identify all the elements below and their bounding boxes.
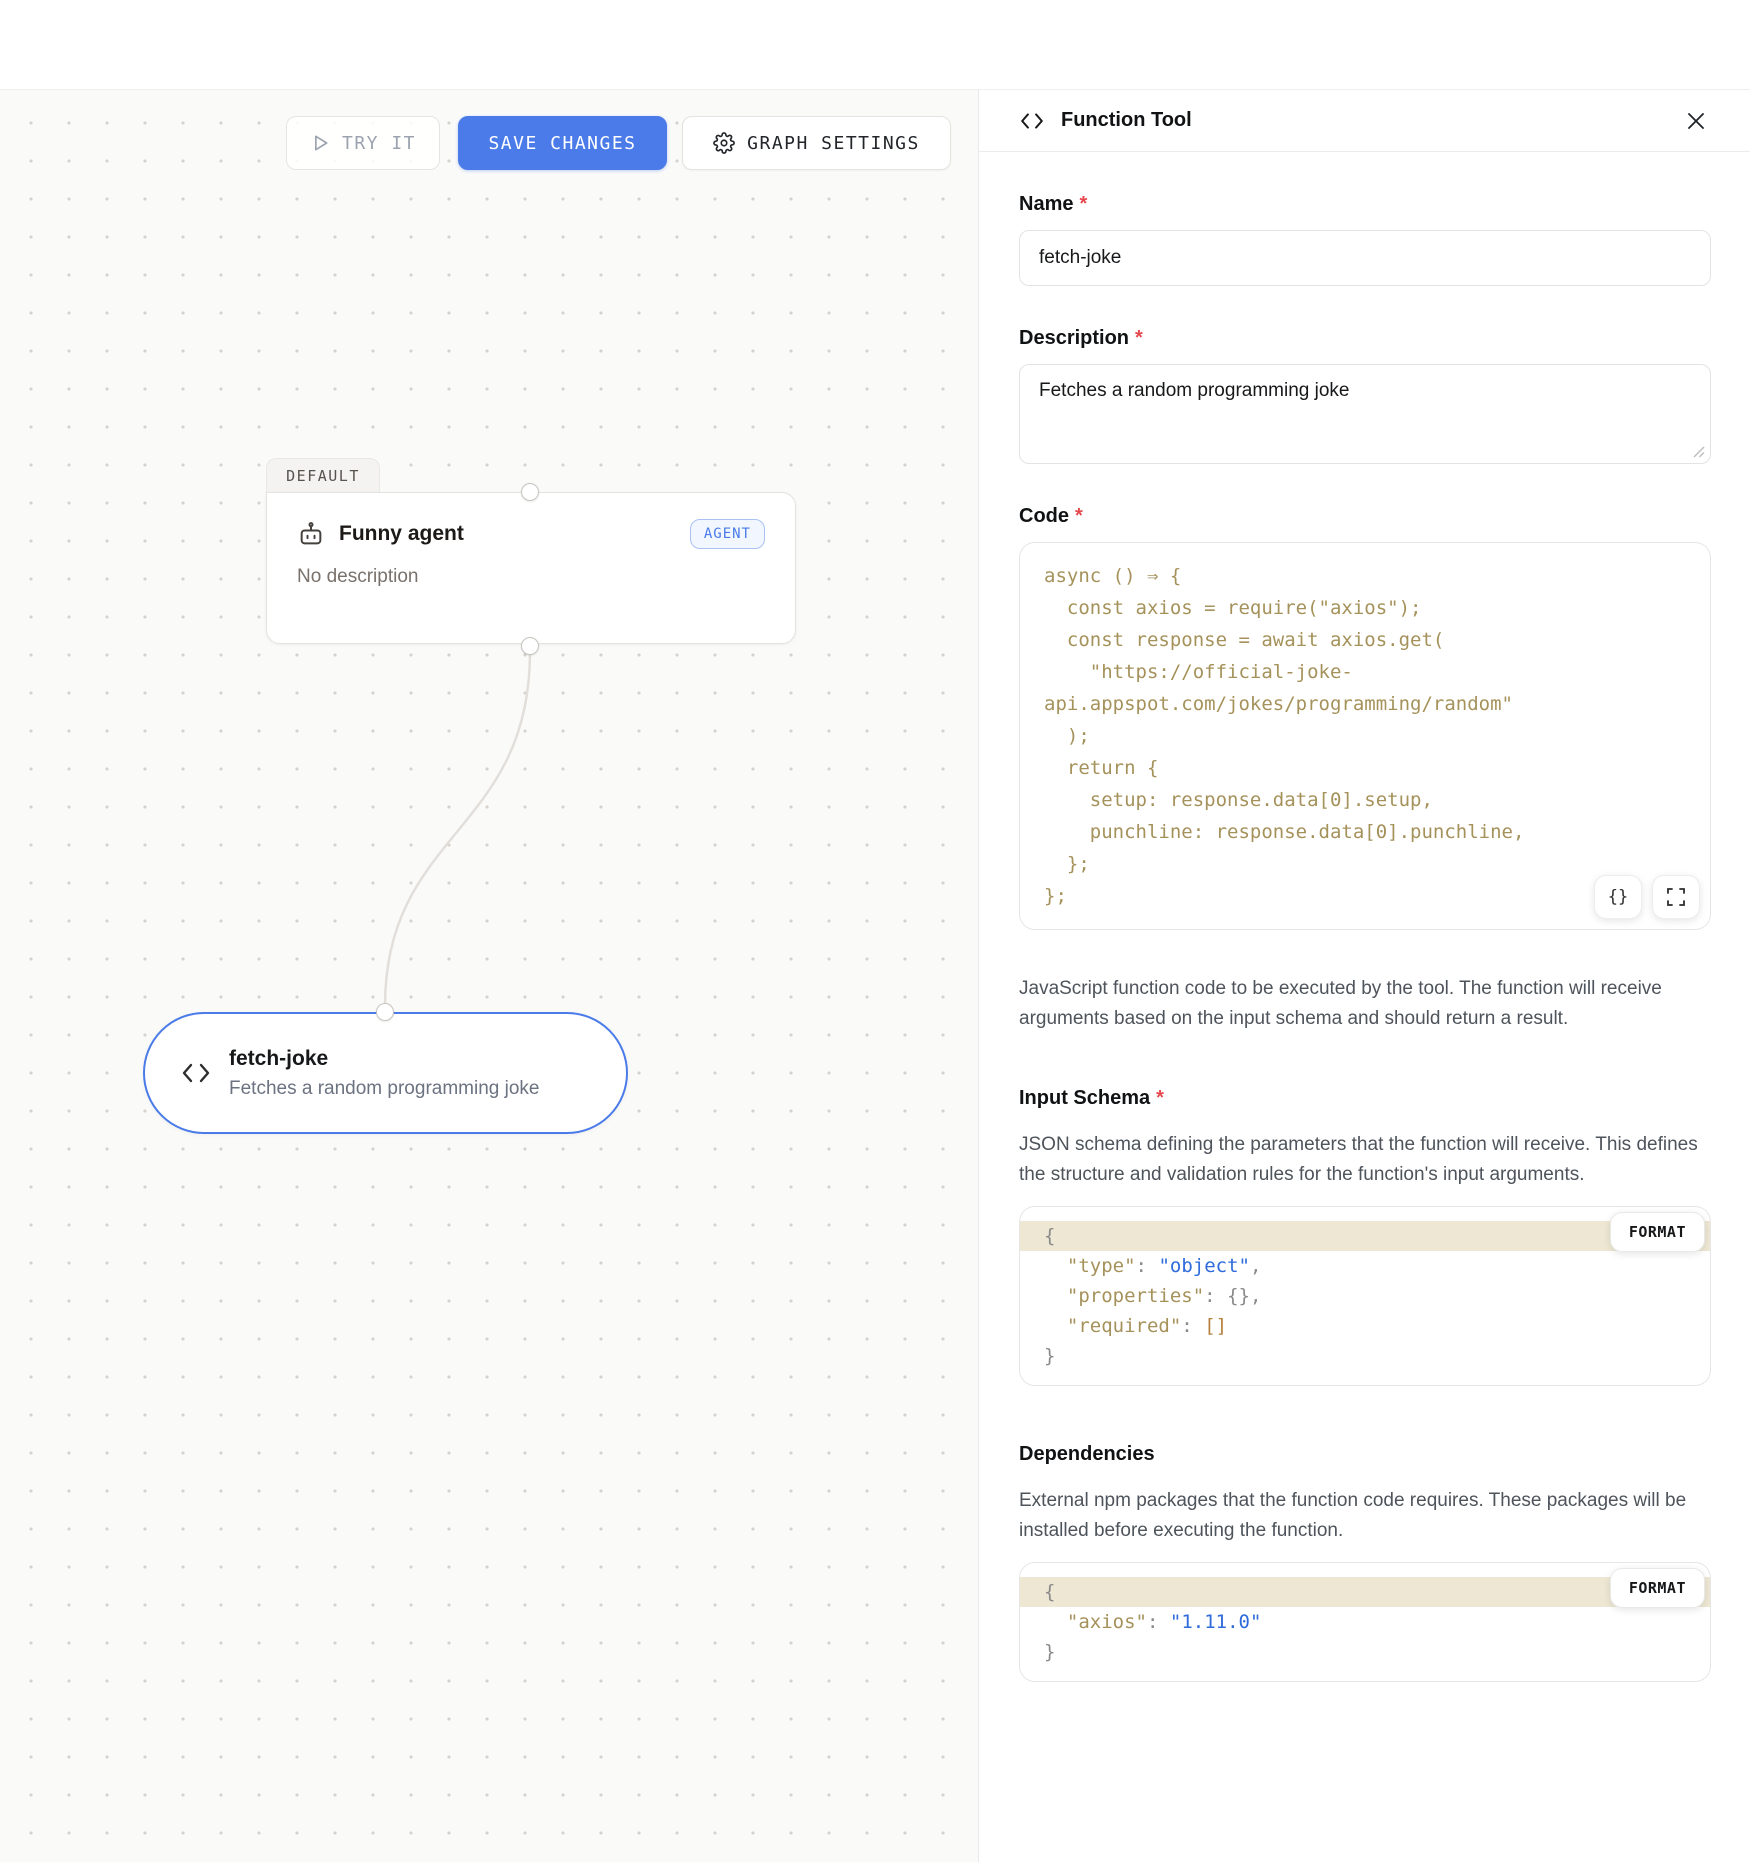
panel-title: Function Tool — [1061, 109, 1666, 132]
code-help-text: JavaScript function code to be executed … — [1019, 974, 1711, 1034]
robot-icon — [297, 520, 325, 548]
required-asterisk: * — [1135, 327, 1143, 349]
close-panel-button[interactable] — [1682, 107, 1710, 135]
agent-top-handle[interactable] — [521, 483, 539, 501]
name-input[interactable] — [1019, 230, 1711, 286]
tool-node-fetch-joke[interactable]: fetch-joke Fetches a random programming … — [143, 1012, 628, 1134]
expand-code-button[interactable] — [1652, 875, 1700, 919]
required-asterisk: * — [1156, 1087, 1164, 1109]
graph-canvas[interactable]: TRY IT SAVE CHANGES GRAPH SETTINGS DEFAU… — [0, 90, 978, 1862]
required-asterisk: * — [1075, 505, 1083, 527]
format-dependencies-button[interactable]: FORMAT — [1610, 1568, 1705, 1608]
resize-handle-icon[interactable] — [1691, 444, 1705, 458]
try-it-button[interactable]: TRY IT — [286, 116, 440, 170]
agent-node-title: Funny agent — [339, 522, 676, 546]
input-schema-content[interactable]: { "type": "object", "properties": {}, "r… — [1020, 1221, 1710, 1371]
code-brackets-icon — [181, 1062, 211, 1084]
input-schema-editor[interactable]: { "type": "object", "properties": {}, "r… — [1019, 1206, 1711, 1386]
edge-agent-to-tool — [385, 652, 530, 1006]
agent-node[interactable]: Funny agent AGENT No description — [266, 492, 796, 644]
agent-type-badge: AGENT — [690, 519, 765, 549]
play-icon — [310, 133, 330, 153]
braces-icon: {} — [1608, 887, 1628, 907]
dependencies-help-text: External npm packages that the function … — [1019, 1486, 1711, 1546]
save-changes-button[interactable]: SAVE CHANGES — [458, 116, 667, 170]
input-schema-help-text: JSON schema defining the parameters that… — [1019, 1130, 1711, 1190]
format-schema-button[interactable]: FORMAT — [1610, 1212, 1705, 1252]
code-brackets-icon — [1019, 112, 1045, 130]
fullscreen-icon — [1667, 888, 1685, 906]
code-editor-content[interactable]: async () ⇒ { const axios = require("axio… — [1020, 560, 1710, 912]
panel-header: Function Tool — [979, 90, 1750, 152]
code-field-label: Code* — [1019, 504, 1710, 528]
try-it-label: TRY IT — [342, 133, 416, 154]
gear-icon — [713, 132, 735, 154]
description-field-label: Description* — [1019, 326, 1710, 350]
tool-node-title: fetch-joke — [229, 1047, 539, 1071]
tool-top-handle[interactable] — [376, 1003, 394, 1021]
graph-settings-label: GRAPH SETTINGS — [747, 133, 920, 154]
description-textarea[interactable]: Fetches a random programming joke — [1019, 364, 1711, 464]
dependencies-editor[interactable]: { "axios": "1.11.0"} FORMAT — [1019, 1562, 1711, 1682]
dependencies-field-label: Dependencies — [1019, 1442, 1710, 1466]
graph-settings-button[interactable]: GRAPH SETTINGS — [682, 116, 951, 170]
agent-bottom-handle[interactable] — [521, 637, 539, 655]
agent-node-description: No description — [297, 566, 765, 588]
name-field-label: Name* — [1019, 192, 1710, 216]
edge-layer — [0, 90, 978, 1862]
top-strip — [0, 0, 1750, 90]
input-schema-field-label: Input Schema* — [1019, 1086, 1710, 1110]
save-changes-label: SAVE CHANGES — [488, 133, 636, 154]
code-editor[interactable]: async () ⇒ { const axios = require("axio… — [1019, 542, 1711, 930]
group-tab-default: DEFAULT — [266, 458, 380, 492]
dependencies-content[interactable]: { "axios": "1.11.0"} — [1020, 1577, 1710, 1667]
tool-node-description: Fetches a random programming joke — [229, 1078, 539, 1100]
required-asterisk: * — [1079, 193, 1087, 215]
format-code-button[interactable]: {} — [1594, 875, 1642, 919]
function-tool-panel: Function Tool Name* Description* Fetches… — [978, 90, 1750, 1862]
close-icon — [1686, 111, 1706, 131]
